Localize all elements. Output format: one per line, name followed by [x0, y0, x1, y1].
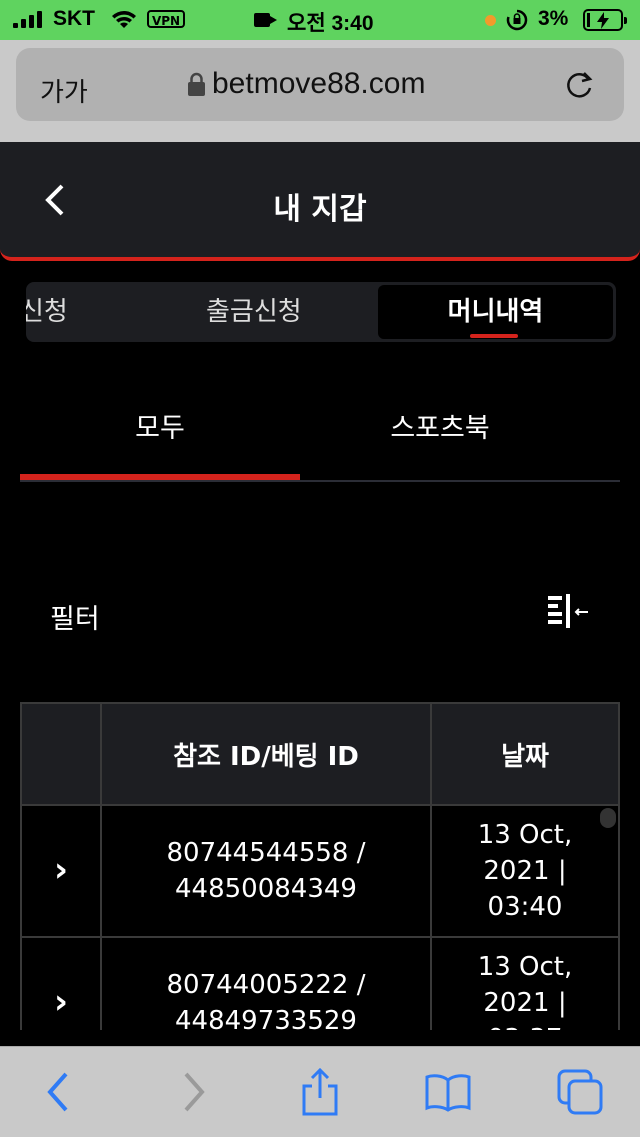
table-header-row: 참조 ID/베팅 ID 날짜	[20, 702, 620, 806]
browser-forward-icon[interactable]	[168, 1068, 216, 1116]
date-line: 13 Oct,	[477, 952, 573, 982]
bet-id: 44850084349	[175, 874, 357, 904]
date-line: 2021 |	[483, 988, 567, 1018]
bet-id: 44849733529	[175, 1006, 357, 1030]
status-bar: SKT VPN 오전 3:40 3%	[0, 0, 640, 40]
ref-id: 80744005222 /	[166, 970, 366, 1000]
reference-id-header: 참조 ID/베팅 ID	[100, 702, 432, 806]
expand-row-chevron-icon[interactable]: ›	[20, 804, 102, 938]
date-line: 03:40	[487, 892, 563, 922]
wifi-icon	[112, 11, 136, 28]
time-label: 오전 3:40	[287, 12, 374, 35]
subtab-sportsbook[interactable]: 스포츠북	[300, 406, 580, 445]
bookmarks-icon[interactable]	[424, 1068, 472, 1116]
camera-icon	[254, 13, 277, 27]
scroll-indicator[interactable]	[600, 808, 616, 828]
page-title: 내 지갑	[273, 192, 367, 227]
lock-icon	[188, 72, 205, 96]
tab-withdraw[interactable]: 출금신청	[206, 282, 302, 342]
subtab-all[interactable]: 모두	[20, 406, 300, 445]
active-tab-underline	[470, 334, 518, 338]
battery-icon	[583, 9, 627, 31]
carrier-label: SKT	[53, 7, 95, 30]
wallet-tabs: 신청 출금신청 머니내역	[26, 282, 616, 342]
date-cell: 13 Oct, 2021 | 03:37	[430, 936, 620, 1030]
share-icon[interactable]	[296, 1068, 344, 1116]
filter-columns-icon[interactable]	[546, 592, 590, 632]
battery-percent: 3%	[538, 7, 569, 30]
vpn-badge: VPN	[147, 10, 185, 28]
reference-id-cell: 80744544558 / 44850084349	[100, 804, 432, 938]
subtab-active-indicator	[20, 474, 300, 480]
money-history-table: 참조 ID/베팅 ID 날짜 › 80744544558 / 448500843…	[20, 702, 620, 1030]
reload-icon[interactable]	[562, 66, 598, 102]
table-row: › 80744005222 / 44849733529 13 Oct, 2021…	[20, 936, 620, 1030]
orientation-lock-icon	[506, 9, 528, 31]
date-cell: 13 Oct, 2021 | 03:40	[430, 804, 620, 938]
reference-id-cell: 80744005222 / 44849733529	[100, 936, 432, 1030]
date-line: 13 Oct,	[477, 820, 573, 850]
expand-row-chevron-icon[interactable]: ›	[20, 936, 102, 1030]
url-domain[interactable]: betmove88.com	[212, 67, 425, 101]
expand-column-header	[20, 702, 102, 806]
text-size-button[interactable]: 가가	[40, 72, 88, 109]
table-row: › 80744544558 / 44850084349 13 Oct, 2021…	[20, 804, 620, 938]
ref-id: 80744544558 /	[166, 838, 366, 868]
date-line: 2021 |	[483, 856, 567, 886]
tab-money-history[interactable]: 머니내역	[378, 285, 613, 339]
tabs-icon[interactable]	[556, 1068, 604, 1116]
date-header: 날짜	[430, 702, 620, 806]
tab-deposit[interactable]: 신청	[26, 282, 68, 342]
date-line: 03:37	[433, 1021, 617, 1030]
subtab-divider	[20, 480, 620, 482]
browser-back-icon[interactable]	[36, 1068, 84, 1116]
recording-dot-icon	[485, 15, 496, 26]
filter-label[interactable]: 필터	[50, 597, 100, 636]
